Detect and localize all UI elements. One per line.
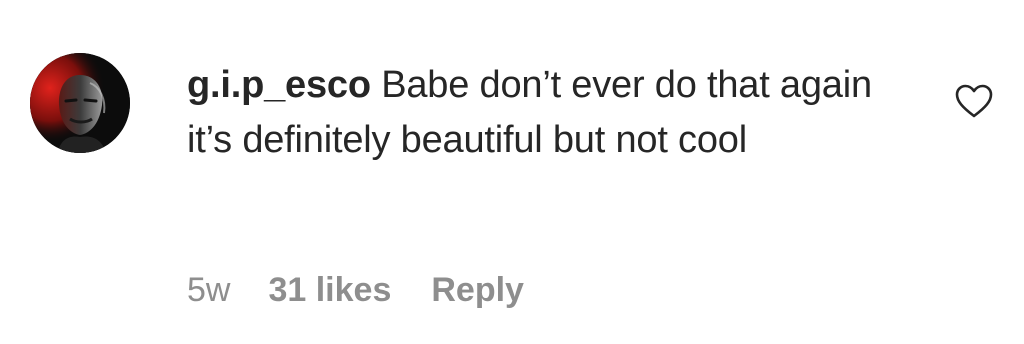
like-button[interactable] <box>954 82 994 122</box>
comment-body: g.i.p_esco Babe don’t ever do that again… <box>187 58 907 168</box>
likes-count[interactable]: 31 likes <box>268 271 391 310</box>
comment: g.i.p_esco Babe don’t ever do that again… <box>0 0 1024 344</box>
comment-meta: 5w 31 likes Reply <box>187 268 524 312</box>
heart-outline-icon <box>955 84 993 118</box>
reply-button[interactable]: Reply <box>431 271 524 310</box>
avatar-image <box>30 53 130 153</box>
avatar[interactable] <box>30 53 130 153</box>
username-link[interactable]: g.i.p_esco <box>187 64 371 106</box>
comment-timestamp[interactable]: 5w <box>187 271 230 310</box>
